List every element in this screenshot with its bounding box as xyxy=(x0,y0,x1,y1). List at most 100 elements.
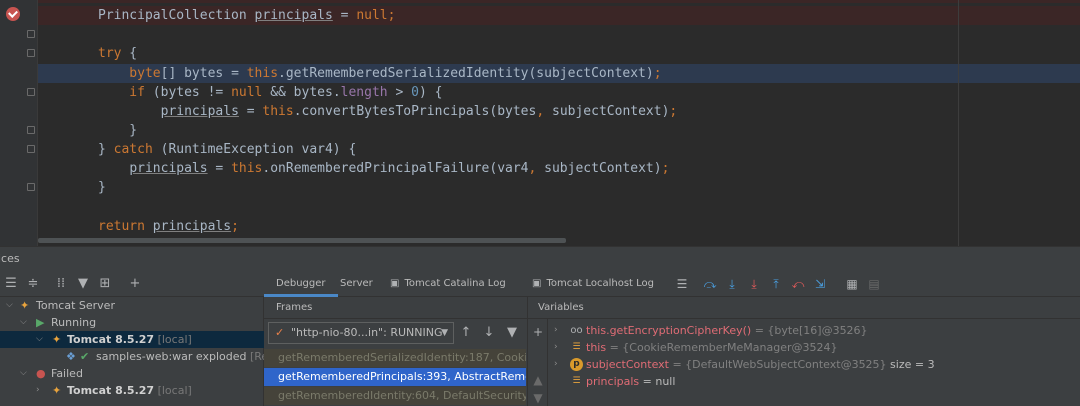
filter-icon[interactable]: ▼ xyxy=(504,324,520,342)
fold-icon[interactable] xyxy=(27,126,35,134)
code-text: principals = this.onRememberedPrincipalF… xyxy=(98,159,669,178)
variable-row[interactable]: › oo this.getEncryptionCipherKey() = {by… xyxy=(548,322,1080,339)
code-token: try xyxy=(98,46,122,61)
fold-icon[interactable] xyxy=(27,49,35,57)
thread-select[interactable]: ✓ "http-nio-80...in": RUNNING ▼ xyxy=(268,322,454,344)
layout-icon[interactable]: ▤ xyxy=(866,275,882,293)
tree-suffix: [local] xyxy=(154,333,192,346)
code-editor[interactable]: PrincipalCollection principals = null; t… xyxy=(0,0,1080,246)
tree-suffix: [local] xyxy=(154,384,192,397)
variable-row[interactable]: › ☰ this = {CookieRememberMeManager@3524… xyxy=(548,339,1080,356)
step-out-icon[interactable]: ⤒ xyxy=(768,275,784,293)
tree-item-failed[interactable]: ⌵ ● Failed xyxy=(0,365,264,382)
menu-icon[interactable]: ☰ xyxy=(674,275,690,293)
arrow-down-icon[interactable]: ↓ xyxy=(481,324,497,342)
code-token: (RuntimeException var4) { xyxy=(152,142,357,157)
code-token: ; xyxy=(661,161,670,176)
code-line-10[interactable]: } xyxy=(38,178,1080,197)
debugger-tabs: Debugger Server ▣ Tomcat Catalina Log ▣ To… xyxy=(264,271,1080,297)
fold-icon[interactable] xyxy=(27,145,35,153)
chevron-right-icon[interactable]: › xyxy=(554,339,558,356)
fold-icon[interactable] xyxy=(27,88,35,96)
code-line-12[interactable]: return principals; xyxy=(38,217,1080,236)
chevron-right-icon[interactable]: › xyxy=(36,382,40,399)
group-icon[interactable]: ⁞⁞ xyxy=(52,275,70,293)
tab-server[interactable]: Server xyxy=(340,271,373,297)
chevron-down-icon[interactable]: ⌵ xyxy=(20,314,27,331)
code-line-8[interactable]: } catch (RuntimeException var4) { xyxy=(38,140,1080,159)
variable-row[interactable]: › p subjectContext = {DefaultWebSubjectC… xyxy=(548,356,1080,373)
code-text: } catch (RuntimeException var4) { xyxy=(98,140,356,159)
filter-icon[interactable]: ▼ xyxy=(74,275,92,293)
tab-localhost-log[interactable]: ▣ Tomcat Localhost Log xyxy=(532,271,654,297)
code-token: ) { xyxy=(418,85,443,100)
tab-debugger[interactable]: Debugger xyxy=(264,271,338,297)
code-line-5[interactable]: if (bytes != null && bytes.length > 0) { xyxy=(38,83,1080,102)
code-line-9[interactable]: principals = this.onRememberedPrincipalF… xyxy=(38,159,1080,178)
arrow-up-icon[interactable]: ↑ xyxy=(458,324,474,342)
new-tab-icon[interactable]: ⊞ xyxy=(96,275,114,293)
tree-item-tomcat-server[interactable]: ⌵ ✦ Tomcat Server xyxy=(0,297,264,314)
code-text: try { xyxy=(98,44,137,63)
chevron-right-icon[interactable]: › xyxy=(554,356,558,373)
code-token: principals xyxy=(160,104,239,119)
panel-title-text: ices xyxy=(0,252,20,265)
add-icon[interactable]: + xyxy=(126,275,144,293)
code-line-3[interactable]: try { xyxy=(38,44,1080,63)
code-token: .onRememberedPrincipalFailure(var4 xyxy=(262,161,529,176)
code-token: ; xyxy=(669,104,678,119)
breakpoint-icon[interactable] xyxy=(6,7,20,21)
collapse-all-icon[interactable]: ≑ xyxy=(24,275,42,293)
fold-icon[interactable] xyxy=(27,183,35,191)
add-watch-icon[interactable]: + xyxy=(531,325,545,339)
fold-icon[interactable] xyxy=(27,30,35,38)
evaluate-icon[interactable]: ▦ xyxy=(844,275,860,293)
force-step-into-icon[interactable]: ⤓ xyxy=(746,275,762,293)
code-text: return principals; xyxy=(98,217,239,236)
tree-label: samples-web:war exploded xyxy=(96,350,247,363)
chevron-right-icon[interactable]: › xyxy=(554,322,558,339)
services-tree: ⌵ ✦ Tomcat Server ⌵ ▶ Running ⌵ ✦ Tomcat… xyxy=(0,297,264,406)
code-token: = xyxy=(207,161,232,176)
code-line-1[interactable]: PrincipalCollection principals = null; xyxy=(38,6,1080,25)
tree-item-artifact[interactable]: ❖ ✔ samples-web:war exploded [Repu xyxy=(0,348,264,365)
thread-label: "http-nio-80...in": RUNNING xyxy=(291,326,443,339)
step-over-icon[interactable]: ⤼ xyxy=(702,275,718,293)
code-token: null xyxy=(356,8,388,23)
move-down-icon[interactable]: ▼ xyxy=(531,391,545,405)
chevron-down-icon[interactable]: ⌵ xyxy=(20,365,27,382)
tab-catalina-log[interactable]: ▣ Tomcat Catalina Log xyxy=(390,271,506,297)
frames-header: Frames xyxy=(264,297,528,319)
tree-item-running[interactable]: ⌵ ▶ Running xyxy=(0,314,264,331)
tree-item-tomcat-running[interactable]: ⌵ ✦ Tomcat 8.5.27 [local] xyxy=(0,331,264,348)
expand-all-icon[interactable]: ☰ xyxy=(2,275,20,293)
frame-row[interactable]: getRememberedSerializedIdentity:187, Coo… xyxy=(264,349,526,367)
variable-row[interactable]: ☰ principals = null xyxy=(548,373,1080,390)
tree-label: Tomcat Server xyxy=(36,299,115,312)
code-line-6[interactable]: principals = this.convertBytesToPrincipa… xyxy=(38,102,1080,121)
move-up-icon[interactable]: ▲ xyxy=(531,373,545,387)
tree-item-tomcat-failed[interactable]: › ✦ Tomcat 8.5.27 [local] xyxy=(0,382,264,399)
code-token: } xyxy=(98,142,114,157)
chevron-down-icon[interactable]: ⌵ xyxy=(36,331,43,348)
code-token: } xyxy=(98,123,138,138)
drop-frame-icon[interactable]: ⤺ xyxy=(790,275,806,293)
variable-name: this.getEncryptionCipherKey() xyxy=(586,324,752,337)
chevron-down-icon[interactable]: ⌵ xyxy=(6,297,13,314)
code-line-execution[interactable]: byte[] bytes = this.getRememberedSeriali… xyxy=(38,64,1080,83)
code-line-7[interactable]: } xyxy=(38,121,1080,140)
horizontal-scrollbar[interactable] xyxy=(38,238,566,243)
variable-name: this xyxy=(586,341,607,354)
frame-row-selected[interactable]: getRememberedPrincipals:393, AbstractRem… xyxy=(264,368,526,386)
code-text: } xyxy=(98,121,137,140)
artifact-icon: ❖ xyxy=(66,350,76,363)
run-to-cursor-icon[interactable]: ⇲ xyxy=(812,275,828,293)
code-token: catch xyxy=(113,142,153,157)
variable-value: = {CookieRememberMeManager@3524} xyxy=(606,341,838,354)
code-token: return xyxy=(98,219,153,234)
frame-row[interactable]: getRememberedIdentity:604, DefaultSecuri… xyxy=(264,387,526,405)
code-token: .getRememberedSerializedIdentity(subject… xyxy=(278,66,654,81)
code-token: , xyxy=(528,161,545,176)
step-into-icon[interactable]: ⤓ xyxy=(724,275,740,293)
